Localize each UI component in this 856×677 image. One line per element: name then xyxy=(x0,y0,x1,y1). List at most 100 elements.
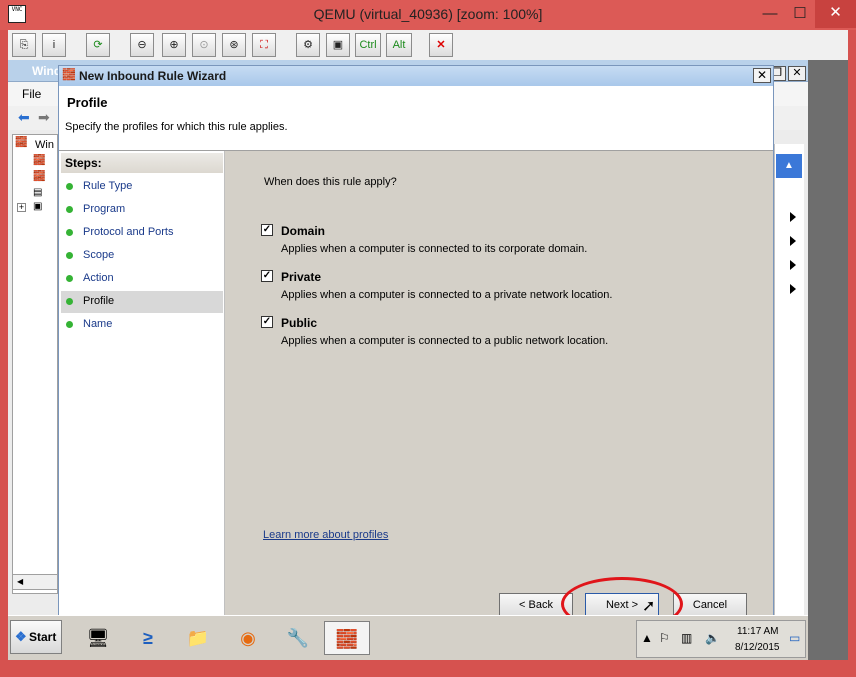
public-label[interactable]: Public xyxy=(281,316,317,330)
step-rule-type[interactable]: Rule Type xyxy=(61,176,223,198)
start-label: Start xyxy=(29,630,57,644)
firewall-tree-icon: 🧱 xyxy=(15,137,28,148)
admin-tools-icon[interactable]: 🔧 xyxy=(278,621,318,655)
domain-checkbox[interactable]: ✓ xyxy=(261,224,273,236)
clock-date[interactable]: 8/12/2015 xyxy=(735,642,780,653)
private-checkbox[interactable]: ✓ xyxy=(261,270,273,282)
step-label: Name xyxy=(83,318,113,330)
forward-arrow-icon[interactable]: ➡ xyxy=(38,109,50,126)
file-explorer-icon[interactable]: 📁 xyxy=(178,621,218,655)
steps-panel: Steps: Rule Type Program Protocol and Po… xyxy=(59,151,225,625)
scroll-left-icon[interactable]: ◀ xyxy=(17,577,23,586)
info-icon[interactable]: i xyxy=(42,33,66,57)
firewall-taskbar-icon[interactable]: 🧱 xyxy=(324,621,370,655)
step-label: Scope xyxy=(83,249,115,261)
zoom-out-icon[interactable]: ⊖ xyxy=(130,33,154,57)
inbound-rules-icon[interactable]: 🧱 xyxy=(33,155,45,166)
cancel-button[interactable]: Cancel xyxy=(673,593,747,617)
minimize-button[interactable]: — xyxy=(755,0,785,28)
tree-root-label[interactable]: Win xyxy=(35,139,54,151)
monitoring-icon[interactable]: ▣ xyxy=(33,201,42,212)
public-checkbox[interactable]: ✓ xyxy=(261,316,273,328)
qemu-toolbar: ⎘ i ⟳ ⊖ ⊕ ⊙ ⊛ ⛶ ⚙ ▣ Ctrl Alt ✕ xyxy=(8,30,848,60)
tray-expand-icon[interactable]: ▲ xyxy=(641,631,653,645)
step-scope[interactable]: Scope xyxy=(61,245,223,267)
volume-muted-icon[interactable]: 🔈 xyxy=(705,631,720,645)
step-bullet-icon xyxy=(66,275,73,282)
vm-screen: Wind ❐ ✕ File ⬅ ➡ 🧱 Win 🧱 🧱 ▤ + ▣ ◀ ▲ 🧱 … xyxy=(8,60,808,660)
wizard-content: When does this rule apply? ✓ Domain Appl… xyxy=(226,151,773,625)
step-action[interactable]: Action xyxy=(61,268,223,290)
zoom-fit-icon[interactable]: ⊛ xyxy=(222,33,246,57)
step-bullet-icon xyxy=(66,298,73,305)
mmc-tree-pane: 🧱 Win 🧱 🧱 ▤ + ▣ xyxy=(12,134,58,594)
domain-label[interactable]: Domain xyxy=(281,224,325,238)
clock-time[interactable]: 11:17 AM xyxy=(737,626,779,637)
connection-rules-icon[interactable]: ▤ xyxy=(33,187,42,198)
server-manager-icon[interactable]: 🖥 xyxy=(78,621,118,655)
start-button[interactable]: ❖ Start xyxy=(10,620,62,654)
step-label: Program xyxy=(83,203,126,215)
firefox-icon[interactable]: ◉ xyxy=(228,621,268,655)
refresh-icon[interactable]: ⟳ xyxy=(86,33,110,57)
options-icon[interactable]: ⚙ xyxy=(296,33,320,57)
step-program[interactable]: Program xyxy=(61,199,223,221)
back-arrow-icon[interactable]: ⬅ xyxy=(18,109,30,126)
qemu-title-bar: VNC QEMU (virtual_40936) [zoom: 100%] — … xyxy=(0,0,856,30)
step-label: Action xyxy=(83,272,114,284)
step-protocol-and-ports[interactable]: Protocol and Ports xyxy=(61,222,223,244)
taskbar: ❖ Start 🖥 ≥ 📁 ◉ 🔧 🧱 ▲ ⚐ ▥ 🔈 11:17 AM 8/1… xyxy=(8,615,808,660)
private-description: Applies when a computer is connected to … xyxy=(281,289,613,301)
step-profile[interactable]: Profile xyxy=(61,291,223,313)
mouse-cursor-icon: ➚ xyxy=(642,598,656,615)
mmc-tree-scrollbar[interactable]: ◀ xyxy=(12,574,58,590)
tree-expand-icon[interactable]: + xyxy=(17,203,26,212)
learn-more-link[interactable]: Learn more about profiles xyxy=(263,529,388,541)
action-arrow-icon[interactable] xyxy=(790,260,796,270)
step-label: Rule Type xyxy=(83,180,133,192)
maximize-button[interactable]: ☐ xyxy=(785,0,815,28)
step-bullet-icon xyxy=(66,206,73,213)
private-label[interactable]: Private xyxy=(281,270,321,284)
steps-title: Steps: xyxy=(61,153,223,173)
page-title: Profile xyxy=(67,95,108,110)
action-center-flag-icon[interactable]: ⚐ xyxy=(659,631,670,645)
step-bullet-icon xyxy=(66,229,73,236)
disconnect-icon[interactable]: ✕ xyxy=(429,33,453,57)
wizard-close-button[interactable]: ✕ xyxy=(753,68,771,83)
public-description: Applies when a computer is connected to … xyxy=(281,335,609,347)
zoom-reset-icon[interactable]: ⊙ xyxy=(192,33,216,57)
step-label: Protocol and Ports xyxy=(83,226,174,238)
fullscreen-icon[interactable]: ⛶ xyxy=(252,33,276,57)
window-title: QEMU (virtual_40936) [zoom: 100%] xyxy=(313,6,543,22)
page-subtitle: Specify the profiles for which this rule… xyxy=(65,121,288,133)
network-icon[interactable]: ▥ xyxy=(681,631,692,645)
powershell-icon[interactable]: ≥ xyxy=(128,621,168,655)
action-arrow-icon[interactable] xyxy=(790,284,796,294)
show-desktop-icon[interactable]: ▭ xyxy=(789,631,800,645)
step-bullet-icon xyxy=(66,183,73,190)
ctrl-alt-del-icon[interactable]: ▣ xyxy=(326,33,350,57)
outbound-rules-icon[interactable]: 🧱 xyxy=(33,171,45,182)
close-button[interactable]: ✕ xyxy=(815,0,856,28)
clipboard-icon[interactable]: ⎘ xyxy=(12,33,36,57)
wizard-title: New Inbound Rule Wizard xyxy=(79,69,227,83)
vm-right-margin xyxy=(808,60,848,660)
mmc-close-button[interactable]: ✕ xyxy=(788,66,806,81)
new-inbound-rule-wizard: 🧱 New Inbound Rule Wizard ✕ Profile Spec… xyxy=(58,65,774,625)
domain-description: Applies when a computer is connected to … xyxy=(281,243,588,255)
wizard-title-bar: 🧱 New Inbound Rule Wizard xyxy=(59,66,773,86)
action-arrow-icon[interactable] xyxy=(790,212,796,222)
step-name[interactable]: Name xyxy=(61,314,223,336)
menu-file[interactable]: File xyxy=(22,87,41,101)
action-arrow-icon[interactable] xyxy=(790,236,796,246)
zoom-in-icon[interactable]: ⊕ xyxy=(162,33,186,57)
firewall-icon: 🧱 xyxy=(62,69,76,81)
mmc-title: Wind xyxy=(32,64,62,78)
ctrl-key-button[interactable]: Ctrl xyxy=(355,33,381,57)
actions-collapse-icon[interactable]: ▲ xyxy=(776,154,802,178)
step-label: Profile xyxy=(83,295,115,307)
question-text: When does this rule apply? xyxy=(264,176,397,188)
alt-key-button[interactable]: Alt xyxy=(386,33,412,57)
mmc-actions-pane xyxy=(774,144,804,624)
